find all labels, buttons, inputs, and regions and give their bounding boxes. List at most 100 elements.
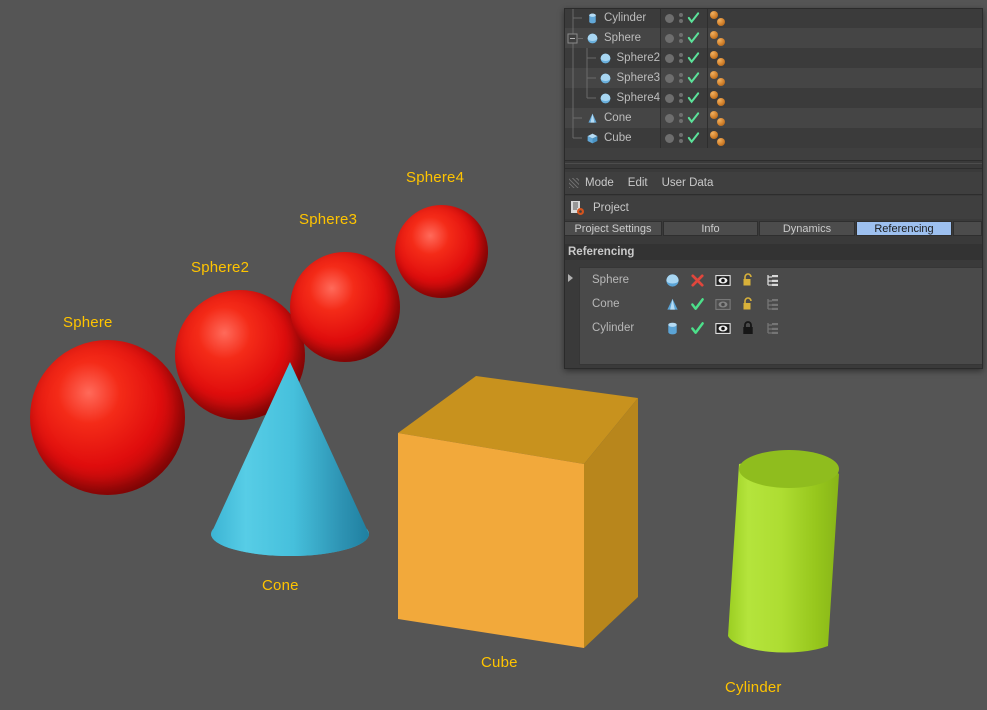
object-tags[interactable]: [710, 48, 740, 68]
object-visibility-dots[interactable]: [662, 108, 707, 128]
hierarchy-tree-icon[interactable]: [760, 322, 785, 335]
tag-icon[interactable]: [717, 18, 725, 26]
tag-icon[interactable]: [717, 58, 725, 66]
object-manager-row[interactable]: Sphere: [564, 28, 983, 48]
property-tabs[interactable]: Project Settings Info Dynamics Referenci…: [564, 221, 983, 238]
visible-editor-dot[interactable]: [679, 113, 683, 117]
check-icon[interactable]: [687, 71, 700, 85]
check-icon[interactable]: [687, 91, 700, 105]
object-cube[interactable]: [398, 376, 643, 648]
tab-info[interactable]: Info: [663, 221, 758, 236]
lock-open-icon[interactable]: [735, 273, 760, 287]
tag-icon[interactable]: [710, 131, 718, 139]
tag-icon[interactable]: [710, 111, 718, 119]
enable-dot[interactable]: [665, 54, 674, 63]
object-tags[interactable]: [710, 8, 740, 28]
object-row-name-cell[interactable]: Sphere3: [564, 68, 660, 88]
tag-icon[interactable]: [710, 31, 718, 39]
tab-referencing[interactable]: Referencing: [856, 221, 952, 236]
tag-icon[interactable]: [710, 51, 718, 59]
check-icon[interactable]: [685, 297, 710, 312]
tag-icon[interactable]: [717, 78, 725, 86]
tag-icon[interactable]: [710, 91, 718, 99]
visible-render-dot[interactable]: [679, 39, 683, 43]
object-row-name-cell[interactable]: Sphere2: [564, 48, 660, 68]
check-icon[interactable]: [687, 11, 700, 25]
object-visibility-dots[interactable]: [662, 48, 707, 68]
object-tags[interactable]: [710, 28, 740, 48]
object-visibility-dots[interactable]: [662, 128, 707, 148]
menu-edit[interactable]: Edit: [628, 177, 648, 189]
object-cylinder[interactable]: [712, 450, 852, 665]
tag-icon[interactable]: [710, 71, 718, 79]
tag-icon[interactable]: [717, 38, 725, 46]
eye-visibility-icon[interactable]: [710, 298, 735, 311]
referencing-list[interactable]: Sphere Cone: [579, 267, 983, 365]
eye-visibility-icon[interactable]: [710, 322, 735, 335]
visible-editor-dot[interactable]: [679, 93, 683, 97]
object-row-name-cell[interactable]: Cone: [564, 108, 660, 128]
enable-dot[interactable]: [665, 134, 674, 143]
menu-user-data[interactable]: User Data: [662, 177, 714, 189]
tag-icon[interactable]: [710, 11, 718, 19]
expand-arrow-icon[interactable]: [568, 274, 573, 282]
drag-grip-icon[interactable]: [569, 178, 579, 188]
object-sphere[interactable]: [30, 340, 185, 495]
object-manager-row[interactable]: Cone: [564, 108, 983, 128]
visible-editor-dot[interactable]: [679, 133, 683, 137]
visible-render-dot[interactable]: [679, 79, 683, 83]
visible-render-dot[interactable]: [679, 99, 683, 103]
check-icon[interactable]: [687, 111, 700, 125]
object-sphere4[interactable]: [395, 205, 488, 298]
referencing-row[interactable]: Cylinder: [580, 316, 982, 340]
object-manager-row[interactable]: Sphere3: [564, 68, 983, 88]
object-manager-row[interactable]: Sphere4: [564, 88, 983, 108]
hierarchy-tree-icon[interactable]: [760, 298, 785, 311]
check-icon[interactable]: [687, 31, 700, 45]
enable-dot[interactable]: [665, 74, 674, 83]
lock-open-icon[interactable]: [735, 297, 760, 311]
referencing-row[interactable]: Cone: [580, 292, 982, 316]
visible-editor-dot[interactable]: [679, 73, 683, 77]
object-tags[interactable]: [710, 88, 740, 108]
object-row-name-cell[interactable]: Cube: [564, 128, 660, 148]
enable-dot[interactable]: [665, 14, 674, 23]
project-breadcrumb-row[interactable]: Project: [564, 196, 983, 219]
cross-icon[interactable]: [685, 273, 710, 288]
enable-dot[interactable]: [665, 94, 674, 103]
mode-menu-bar[interactable]: Mode Edit User Data: [564, 172, 983, 194]
object-tags[interactable]: [710, 108, 740, 128]
object-sphere3[interactable]: [290, 252, 400, 362]
tag-icon[interactable]: [717, 98, 725, 106]
object-visibility-dots[interactable]: [662, 88, 707, 108]
object-visibility-dots[interactable]: [662, 28, 707, 48]
visible-editor-dot[interactable]: [679, 13, 683, 17]
object-manager-row[interactable]: Sphere2: [564, 48, 983, 68]
visible-editor-dot[interactable]: [679, 53, 683, 57]
check-icon[interactable]: [687, 131, 700, 145]
visible-render-dot[interactable]: [679, 119, 683, 123]
check-icon[interactable]: [685, 321, 710, 336]
object-visibility-dots[interactable]: [662, 68, 707, 88]
object-manager-row[interactable]: Cube: [564, 128, 983, 148]
tab-project-settings[interactable]: Project Settings: [564, 221, 662, 236]
menu-mode[interactable]: Mode: [585, 177, 614, 189]
eye-visibility-icon[interactable]: [710, 274, 735, 287]
object-row-name-cell[interactable]: Sphere4: [564, 88, 660, 108]
tag-icon[interactable]: [717, 118, 725, 126]
enable-dot[interactable]: [665, 114, 674, 123]
visible-render-dot[interactable]: [679, 59, 683, 63]
object-visibility-dots[interactable]: [662, 8, 707, 28]
object-manager-row[interactable]: Cylinder: [564, 8, 983, 28]
visible-render-dot[interactable]: [679, 139, 683, 143]
object-cone[interactable]: [205, 360, 375, 560]
hierarchy-tree-icon[interactable]: [760, 274, 785, 287]
object-row-name-cell[interactable]: Sphere: [564, 28, 660, 48]
referencing-row[interactable]: Sphere: [580, 268, 982, 292]
object-tags[interactable]: [710, 68, 740, 88]
check-icon[interactable]: [687, 51, 700, 65]
object-row-name-cell[interactable]: Cylinder: [564, 8, 660, 28]
lock-closed-icon[interactable]: [735, 321, 760, 335]
enable-dot[interactable]: [665, 34, 674, 43]
tab-dynamics[interactable]: Dynamics: [759, 221, 855, 236]
